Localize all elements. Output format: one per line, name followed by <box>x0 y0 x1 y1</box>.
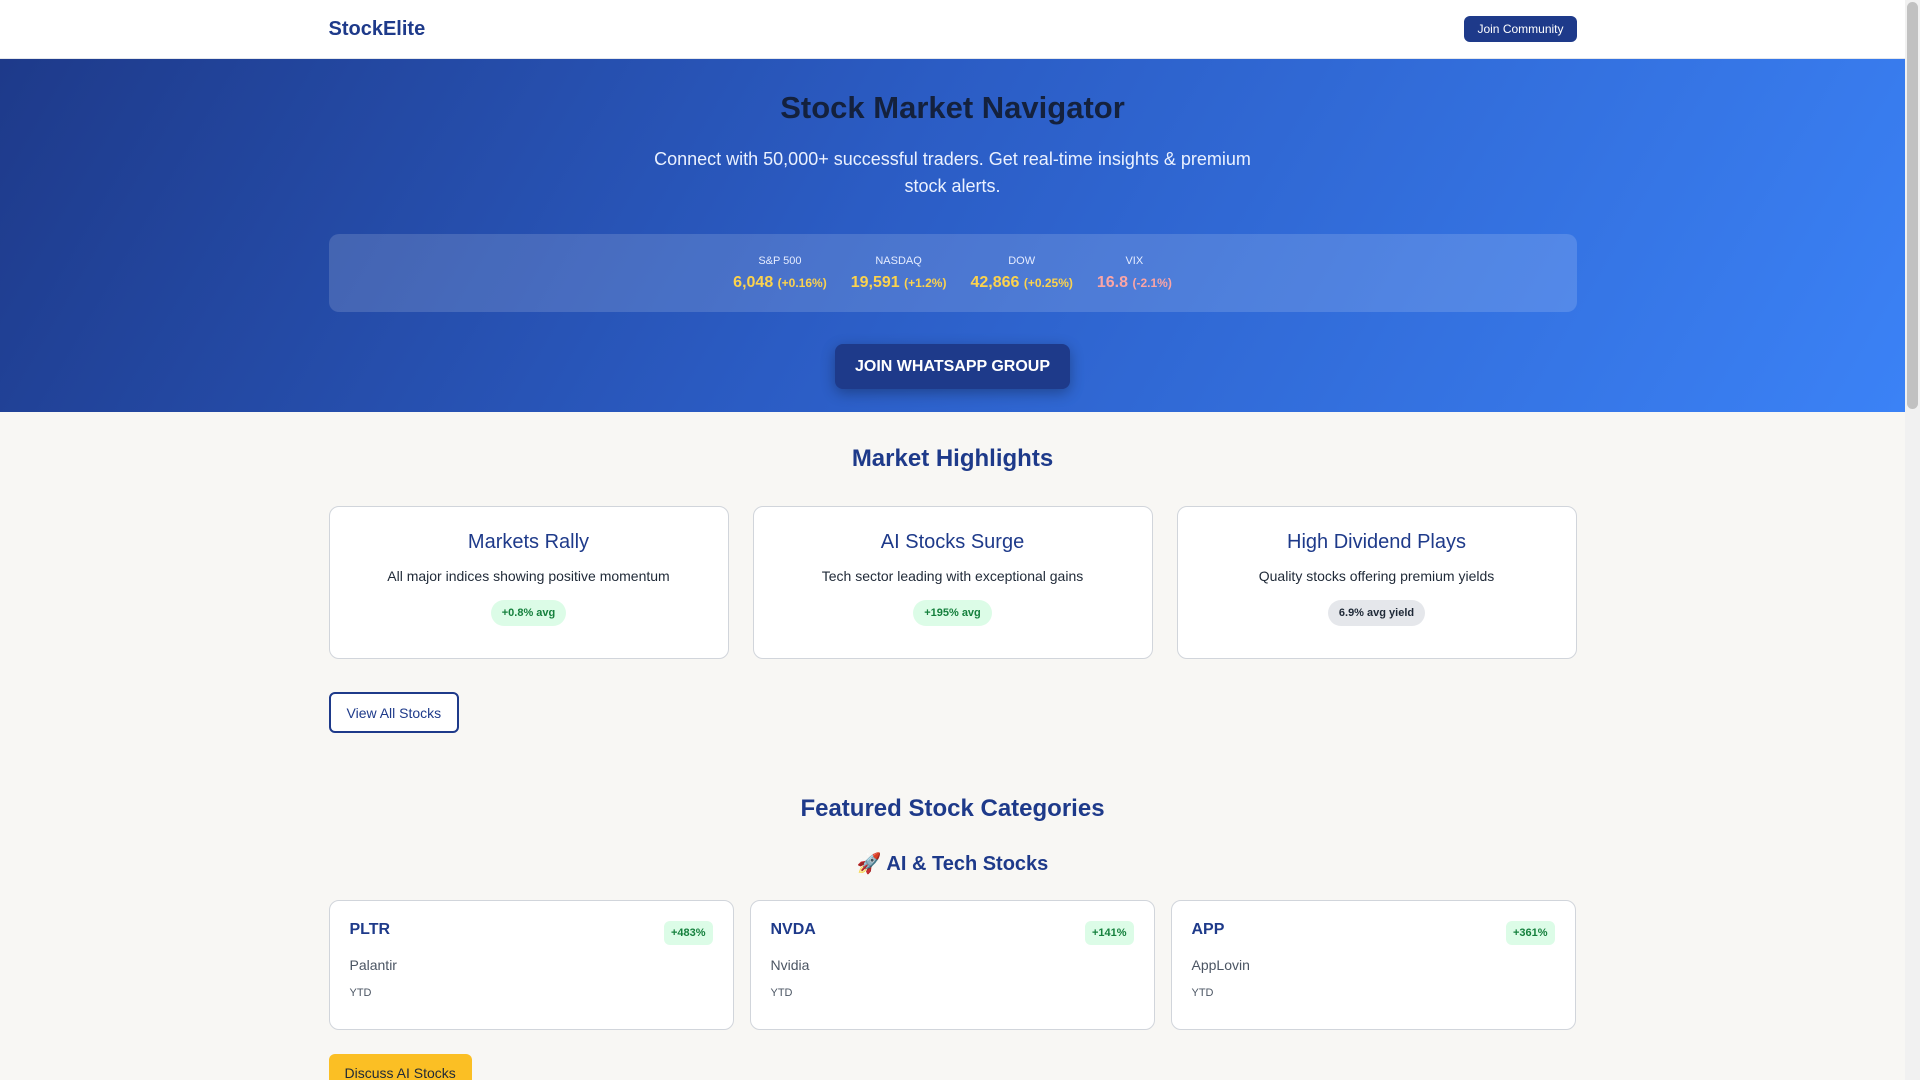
view-all-stocks-button[interactable]: View All Stocks <box>328 692 460 733</box>
stock-period: YTD <box>349 987 372 999</box>
index-nasdaq: NASDAQ 19,591 (+1.2%) <box>851 255 947 292</box>
section-title: Featured Stock Categories <box>800 795 1105 822</box>
join-whatsapp-button[interactable]: JOIN WHATSAPP GROUP <box>835 344 1070 389</box>
highlight-badge: +195% avg <box>913 600 992 626</box>
hero-section: Stock Market Navigator Connect with 50,0… <box>0 59 1905 412</box>
brand-logo[interactable]: StockElite <box>329 18 426 41</box>
stock-change-badge: +141% <box>1084 921 1134 945</box>
scrollbar-thumb[interactable] <box>1907 2 1918 409</box>
highlight-card-desc: Quality stocks offering premium yields <box>1258 568 1495 584</box>
index-value: 19,591 <box>850 273 900 291</box>
index-vix: VIX 16.8 (-2.1%) <box>1097 255 1172 292</box>
page: StockElite Join Community Stock Market N… <box>0 0 1905 1080</box>
join-community-button[interactable]: Join Community <box>1464 16 1577 42</box>
featured-categories-section: Featured Stock Categories 🚀 AI & Tech St… <box>328 733 1577 1080</box>
stock-ticker: PLTR <box>349 921 391 938</box>
highlight-card: AI Stocks Surge Tech sector leading with… <box>752 506 1153 659</box>
index-value: 42,866 <box>970 273 1020 291</box>
stock-period: YTD <box>770 987 793 999</box>
market-highlights-section: Market Highlights Markets Rally All majo… <box>328 412 1577 733</box>
highlight-card-desc: All major indices showing positive momen… <box>387 568 670 584</box>
highlight-card: High Dividend Plays Quality stocks offer… <box>1176 506 1577 659</box>
index-change: (-2.1%) <box>1132 275 1172 290</box>
market-indices-bar: S&P 500 6,048 (+0.16%) NASDAQ 19,591 (+1… <box>328 234 1577 312</box>
index-value: 16.8 <box>1096 273 1129 291</box>
stock-company-name: AppLovin <box>1191 957 1250 973</box>
index-dow: DOW 42,866 (+0.25%) <box>970 255 1072 292</box>
hero-subtitle: Connect with 50,000+ successful traders.… <box>654 149 1251 196</box>
highlight-badge: +0.8% avg <box>490 600 567 626</box>
index-change: (+1.2%) <box>904 275 947 290</box>
highlight-card-title: High Dividend Plays <box>1287 531 1466 553</box>
index-change: (+0.16%) <box>777 275 827 290</box>
rocket-icon: 🚀 <box>856 853 882 875</box>
section-title: Market Highlights <box>851 445 1054 472</box>
discuss-ai-stocks-button[interactable]: Discuss AI Stocks <box>328 1054 472 1080</box>
stock-card[interactable]: NVDA +141% Nvidia YTD <box>749 900 1155 1030</box>
stock-company-name: Nvidia <box>770 957 810 973</box>
page-scrollbar[interactable] <box>1905 0 1920 1080</box>
stock-change-badge: +361% <box>1505 921 1555 945</box>
highlight-badge: 6.9% avg yield <box>1327 600 1426 626</box>
index-value: 6,048 <box>733 273 774 291</box>
category-title: 🚀 AI & Tech Stocks <box>329 851 1577 876</box>
stock-change-badge: +483% <box>663 921 713 945</box>
highlight-card-desc: Tech sector leading with exceptional gai… <box>821 568 1084 584</box>
site-header: StockElite Join Community <box>0 0 1905 59</box>
index-name: S&P 500 <box>758 254 802 267</box>
hero-title: Stock Market Navigator <box>780 90 1125 125</box>
index-name: VIX <box>1125 254 1144 267</box>
highlight-card: Markets Rally All major indices showing … <box>328 506 729 659</box>
stock-card[interactable]: APP +361% AppLovin YTD <box>1170 900 1576 1030</box>
highlight-cards: Markets Rally All major indices showing … <box>328 506 1577 659</box>
stock-ticker: NVDA <box>770 921 816 938</box>
stock-company-name: Palantir <box>349 957 397 973</box>
index-sp500: S&P 500 6,048 (+0.16%) <box>733 255 827 292</box>
stock-period: YTD <box>1191 987 1214 999</box>
index-change: (+0.25%) <box>1023 275 1073 290</box>
index-name: NASDAQ <box>875 254 922 267</box>
stock-card[interactable]: PLTR +483% Palantir YTD <box>328 900 734 1030</box>
highlight-card-title: AI Stocks Surge <box>880 531 1025 553</box>
category-name: AI & Tech Stocks <box>886 853 1049 875</box>
stock-ticker: APP <box>1191 921 1225 938</box>
index-name: DOW <box>1008 254 1036 267</box>
stock-cards: PLTR +483% Palantir YTD NVDA +141% Nvidi… <box>328 900 1577 1030</box>
highlight-card-title: Markets Rally <box>467 531 590 553</box>
